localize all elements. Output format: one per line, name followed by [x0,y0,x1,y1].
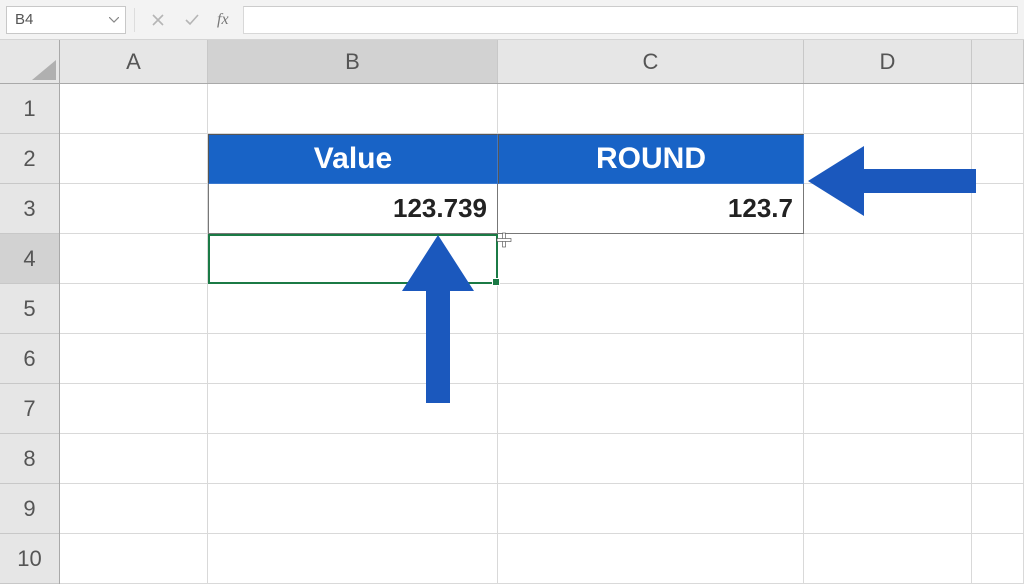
cell-a7[interactable] [60,384,208,434]
column-headers: A B C D [60,40,1024,84]
cell-b3[interactable]: 123.739 [208,184,498,234]
cell-e2[interactable] [972,134,1024,184]
name-box-dropdown-icon[interactable] [107,13,121,27]
cell-a2[interactable] [60,134,208,184]
cell-c8[interactable] [498,434,804,484]
cell-b7[interactable] [208,384,498,434]
row-3: 123.739 123.7 [60,184,1024,234]
row-header-5[interactable]: 5 [0,284,59,334]
enter-icon[interactable] [183,11,201,29]
cell-e5[interactable] [972,284,1024,334]
cell-e8[interactable] [972,434,1024,484]
cell-c1[interactable] [498,84,804,134]
cancel-icon[interactable] [149,11,167,29]
row-9 [60,484,1024,534]
row-header-2[interactable]: 2 [0,134,59,184]
cell-d8[interactable] [804,434,972,484]
cell-d5[interactable] [804,284,972,334]
cell-a4[interactable] [60,234,208,284]
cell-c4[interactable] [498,234,804,284]
row-7 [60,384,1024,434]
row-header-3[interactable]: 3 [0,184,59,234]
cell-c5[interactable] [498,284,804,334]
cell-d2[interactable] [804,134,972,184]
cell-b4[interactable] [208,234,498,284]
row-header-10[interactable]: 10 [0,534,59,584]
cell-a10[interactable] [60,534,208,584]
column-header-b[interactable]: B [208,40,498,83]
cell-d3[interactable] [804,184,972,234]
cell-d1[interactable] [804,84,972,134]
cell-a9[interactable] [60,484,208,534]
cell-d9[interactable] [804,484,972,534]
select-all-corner[interactable] [0,40,60,84]
row-headers: 1 2 3 4 5 6 7 8 9 10 [0,84,60,584]
cell-e4[interactable] [972,234,1024,284]
formula-bar: B4 fx [0,0,1024,40]
name-box[interactable]: B4 [6,6,126,34]
cell-a1[interactable] [60,84,208,134]
cell-e7[interactable] [972,384,1024,434]
cell-c10[interactable] [498,534,804,584]
cell-c9[interactable] [498,484,804,534]
cell-b9[interactable] [208,484,498,534]
cell-e1[interactable] [972,84,1024,134]
cell-a5[interactable] [60,284,208,334]
row-header-1[interactable]: 1 [0,84,59,134]
row-header-7[interactable]: 7 [0,384,59,434]
column-header-c[interactable]: C [498,40,804,83]
row-6 [60,334,1024,384]
cell-d10[interactable] [804,534,972,584]
cells-area: Value ROUND 123.739 123.7 [60,84,1024,584]
row-5 [60,284,1024,334]
cell-b5[interactable] [208,284,498,334]
cell-b2[interactable]: Value [208,134,498,184]
column-header-e[interactable] [972,40,1024,83]
row-10 [60,534,1024,584]
row-header-8[interactable]: 8 [0,434,59,484]
name-box-value: B4 [15,11,33,28]
insert-function-icon[interactable]: fx [217,11,229,29]
row-4 [60,234,1024,284]
column-header-d[interactable]: D [804,40,972,83]
spreadsheet-grid[interactable]: A B C D 1 2 3 4 5 6 7 8 9 10 Value ROUND [0,40,1024,576]
row-8 [60,434,1024,484]
cell-d7[interactable] [804,384,972,434]
value-rounded: 123.7 [728,193,793,224]
cell-e9[interactable] [972,484,1024,534]
separator [134,8,135,32]
cell-a6[interactable] [60,334,208,384]
formula-input[interactable] [243,6,1018,34]
header-round-label: ROUND [596,142,706,176]
column-header-a[interactable]: A [60,40,208,83]
row-header-6[interactable]: 6 [0,334,59,384]
row-2: Value ROUND [60,134,1024,184]
value-original: 123.739 [393,193,487,224]
cell-e10[interactable] [972,534,1024,584]
cell-d4[interactable] [804,234,972,284]
cell-c6[interactable] [498,334,804,384]
cell-d6[interactable] [804,334,972,384]
cell-a8[interactable] [60,434,208,484]
cell-e6[interactable] [972,334,1024,384]
cell-b6[interactable] [208,334,498,384]
cell-e3[interactable] [972,184,1024,234]
cell-c3[interactable]: 123.7 [498,184,804,234]
cell-a3[interactable] [60,184,208,234]
cell-b1[interactable] [208,84,498,134]
header-value-label: Value [314,142,392,176]
cell-c2[interactable]: ROUND [498,134,804,184]
cell-b8[interactable] [208,434,498,484]
cell-c7[interactable] [498,384,804,434]
formula-bar-buttons: fx [143,11,235,29]
cell-b10[interactable] [208,534,498,584]
row-header-9[interactable]: 9 [0,484,59,534]
row-1 [60,84,1024,134]
row-header-4[interactable]: 4 [0,234,59,284]
